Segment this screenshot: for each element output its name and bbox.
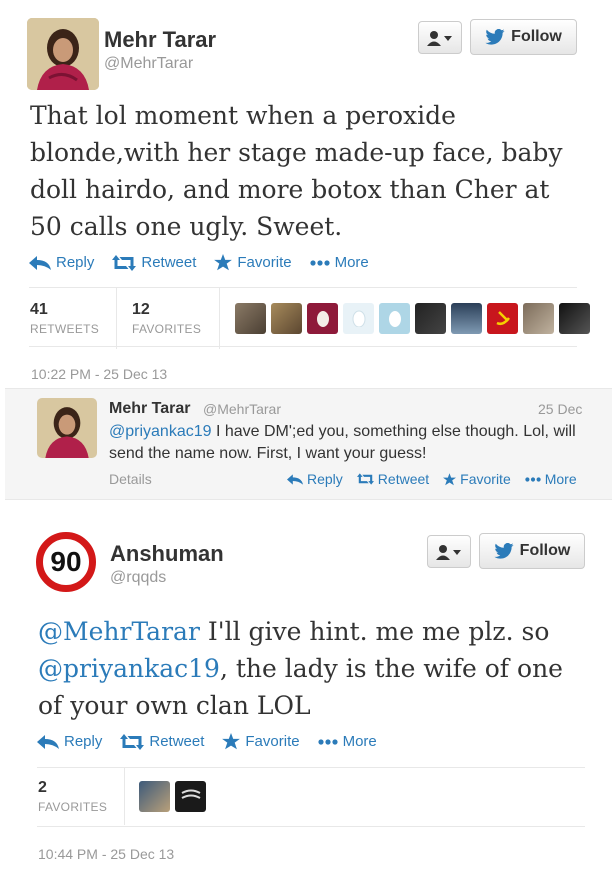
follow-button[interactable]: Follow [470, 19, 577, 55]
favoriter-avatar[interactable] [307, 302, 338, 334]
mention-link[interactable]: @priyankac19 [38, 654, 220, 683]
mention-link[interactable]: @MehrTarar [38, 617, 200, 646]
tweet-timestamp[interactable]: 10:44 PM - 25 Dec 13 [38, 846, 174, 862]
favoriter-avatar[interactable] [415, 302, 446, 334]
retweet-button[interactable]: Retweet [112, 254, 196, 271]
divider [219, 287, 220, 349]
favoriter-avatar[interactable] [271, 302, 302, 334]
avatar[interactable] [37, 398, 97, 458]
reply-tweet[interactable]: Mehr Tarar @MehrTarar 25 Dec @priyankac1… [5, 388, 612, 500]
favorites-stat[interactable]: 12 FAVORITES [117, 301, 219, 336]
user-name[interactable]: Mehr Tarar [104, 27, 216, 53]
bird-icon [485, 29, 505, 45]
tweet-actions: Reply Retweet Favorite More [287, 471, 577, 487]
user-dropdown-button[interactable] [418, 21, 462, 54]
tweet-second: 90 Anshuman @rqqds Follow @MehrTarar I'l… [0, 500, 612, 872]
more-button[interactable]: More [525, 471, 577, 487]
more-icon [525, 476, 541, 482]
mention-link[interactable]: @priyankac19 [109, 423, 212, 440]
favorites-stat[interactable]: 2 FAVORITES [38, 779, 124, 814]
divider [29, 346, 577, 347]
divider [124, 767, 125, 825]
favoriter-avatar[interactable] [139, 780, 170, 812]
favoriter-avatar[interactable] [487, 302, 518, 334]
follow-button[interactable]: Follow [479, 533, 585, 569]
tweet-stats: 41 RETWEETS 12 FAVORITES [30, 287, 590, 349]
more-button[interactable]: More [317, 733, 377, 750]
divider [37, 826, 585, 827]
favoriter-avatar[interactable] [175, 780, 206, 812]
retweets-stat[interactable]: 41 RETWEETS [30, 301, 116, 336]
favoriter-avatar[interactable] [379, 302, 410, 334]
user-handle[interactable]: @rqqds [110, 569, 166, 587]
tweet-timestamp[interactable]: 10:22 PM - 25 Dec 13 [31, 366, 167, 382]
favoriters-list [235, 302, 590, 334]
more-icon [317, 738, 338, 745]
tweet-text: That lol moment when a peroxide blonde,w… [30, 101, 563, 241]
avatar[interactable]: 90 [34, 530, 98, 594]
star-icon [222, 733, 241, 750]
speed-limit-avatar: 90 [36, 532, 96, 592]
favorite-button[interactable]: Favorite [443, 471, 511, 487]
favoriter-avatar[interactable] [523, 302, 554, 334]
reply-icon [37, 734, 59, 749]
reply-button[interactable]: Reply [37, 733, 102, 750]
details-link[interactable]: Details [109, 471, 152, 487]
tweet-text: @MehrTarar I'll give hint. me me plz. so… [38, 617, 563, 720]
retweet-icon [120, 733, 145, 750]
favorite-button[interactable]: Favorite [214, 254, 292, 271]
reply-icon [29, 255, 51, 270]
tweet-text: @priyankac19 I have DM';ed you, somethin… [109, 423, 576, 462]
favoriters-list [139, 780, 206, 812]
retweet-icon [356, 473, 374, 485]
favorite-button[interactable]: Favorite [222, 733, 300, 750]
tweet-actions: Reply Retweet Favorite More [37, 733, 395, 750]
avatar[interactable] [27, 18, 99, 90]
reply-icon [287, 473, 303, 485]
retweet-icon [112, 254, 137, 271]
tweet-date[interactable]: 25 Dec [538, 401, 582, 417]
tweet-stats: 2 FAVORITES [38, 767, 206, 825]
tweet-actions: Reply Retweet Favorite More [29, 254, 387, 271]
user-handle[interactable]: @MehrTarar [104, 55, 193, 73]
reply-button[interactable]: Reply [29, 254, 94, 271]
retweet-button[interactable]: Retweet [356, 471, 429, 487]
reply-button[interactable]: Reply [287, 471, 343, 487]
user-name[interactable]: Mehr Tarar [109, 400, 191, 418]
user-name[interactable]: Anshuman [110, 541, 224, 567]
retweet-button[interactable]: Retweet [120, 733, 204, 750]
favoriter-avatar[interactable] [343, 302, 374, 334]
user-handle[interactable]: @MehrTarar [203, 401, 281, 417]
user-dropdown-button[interactable] [427, 535, 471, 568]
favoriter-avatar[interactable] [451, 302, 482, 334]
star-icon [214, 254, 233, 271]
more-button[interactable]: More [309, 254, 369, 271]
user-icon [427, 30, 452, 46]
favoriter-avatar[interactable] [235, 302, 266, 334]
favoriter-avatar[interactable] [559, 302, 590, 334]
tweet-main: Mehr Tarar @MehrTarar Follow That lol mo… [0, 0, 612, 388]
user-icon [436, 544, 461, 560]
bird-icon [494, 543, 514, 559]
star-icon [443, 472, 457, 485]
more-icon [309, 259, 330, 266]
follow-label: Follow [519, 542, 571, 559]
follow-label: Follow [511, 28, 562, 45]
